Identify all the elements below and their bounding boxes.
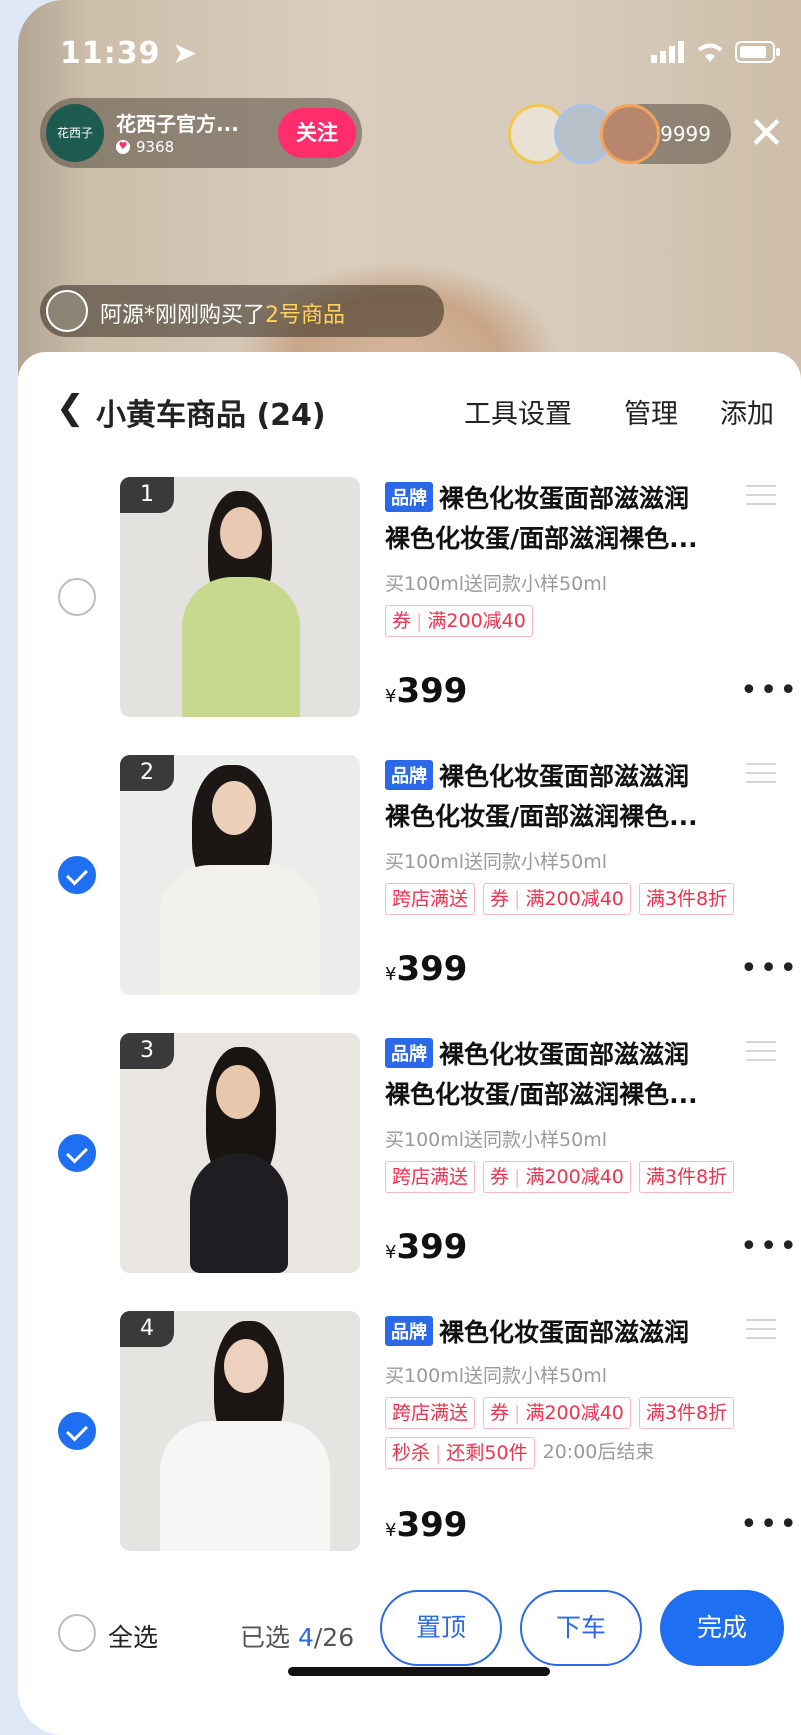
item-title: 品牌 裸色化妆蛋面部滋滋润 xyxy=(385,757,689,793)
back-icon[interactable]: ❮ xyxy=(56,388,85,428)
status-icons xyxy=(651,40,781,64)
more-icon[interactable]: ••• xyxy=(740,951,799,986)
item-title-line2: 裸色化妆蛋/面部滋润裸色... xyxy=(385,802,698,831)
purchase-text: 阿源*刚刚购买了2号商品 xyxy=(100,297,345,329)
product-item[interactable]: 2 品牌 裸色化妆蛋面部滋滋润 裸色化妆蛋/面部滋润裸色... 买100ml送同款… xyxy=(18,755,801,1035)
item-subtitle: 买100ml送同款小样50ml xyxy=(385,1129,608,1151)
heart-icon: ♥ xyxy=(116,140,130,154)
cross-store-tag: 跨店满送 xyxy=(385,1397,476,1429)
discount-tag: 满3件8折 xyxy=(638,1161,735,1193)
product-item[interactable]: 1 品牌 裸色化妆蛋面部滋滋润 裸色化妆蛋/面部滋润裸色... 买100ml送同款… xyxy=(18,477,801,757)
likes-count: 9368 xyxy=(136,138,175,156)
pin-top-button[interactable]: 置顶 xyxy=(380,1590,502,1666)
cross-store-tag: 跨店满送 xyxy=(385,883,476,915)
flash-sale-note: 20:00后结束 xyxy=(542,1441,655,1463)
item-title-line2: 裸色化妆蛋/面部滋润裸色... xyxy=(385,524,698,553)
discount-tag: 满3件8折 xyxy=(638,883,735,915)
item-title: 品牌 裸色化妆蛋面部滋滋润 xyxy=(385,1035,689,1071)
coupon-tag: 券 | 满200减40 xyxy=(385,605,533,637)
product-image[interactable]: 2 xyxy=(120,755,360,995)
item-title: 品牌 裸色化妆蛋面部滋滋润 xyxy=(385,479,689,515)
item-price: ¥399 xyxy=(385,1505,468,1545)
drag-handle-icon[interactable] xyxy=(746,1041,776,1068)
anchor-avatar[interactable]: 花西子 xyxy=(46,104,104,162)
home-indicator xyxy=(288,1667,550,1676)
item-price: ¥399 xyxy=(385,671,468,711)
item-price: ¥399 xyxy=(385,1227,468,1267)
battery-icon xyxy=(735,41,780,63)
item-title-line2: 裸色化妆蛋/面部滋润裸色... xyxy=(385,1080,698,1109)
sheet-footer: 全选 已选 4/26 置顶 下车 完成 xyxy=(18,1574,801,1694)
item-number: 3 xyxy=(120,1033,174,1069)
drag-handle-icon[interactable] xyxy=(746,1319,776,1346)
status-bar: 11:39 ➤ xyxy=(60,36,781,76)
wifi-icon xyxy=(697,43,723,62)
product-item[interactable]: 4 品牌 裸色化妆蛋面部滋滋润 买100ml送同款小样50ml 跨店满送 券 | 满2… xyxy=(18,1311,801,1591)
signal-icon xyxy=(651,41,684,63)
item-select-radio[interactable] xyxy=(58,1134,96,1172)
item-subtitle: 买100ml送同款小样50ml xyxy=(385,851,608,873)
purchase-highlight: 2号商品 xyxy=(265,303,346,328)
purchase-notice: 阿源*刚刚购买了2号商品 xyxy=(40,285,444,337)
sheet-title: 小黄车商品 (24) xyxy=(96,398,326,433)
follow-button[interactable]: 关注 xyxy=(278,108,356,158)
drag-handle-icon[interactable] xyxy=(746,485,776,512)
product-item[interactable]: 3 品牌 裸色化妆蛋面部滋滋润 裸色化妆蛋/面部滋润裸色... 买100ml送同款… xyxy=(18,1033,801,1313)
anchor-name: 花西子官方... xyxy=(116,112,239,136)
item-number: 4 xyxy=(120,1311,174,1347)
item-tags: 券 | 满200减40 xyxy=(385,605,533,637)
time-text: 11:39 xyxy=(60,36,161,71)
coupon-tag: 券 | 满200减40 xyxy=(483,1397,631,1429)
item-title: 品牌 裸色化妆蛋面部滋滋润 xyxy=(385,1313,689,1349)
remove-from-cart-button[interactable]: 下车 xyxy=(520,1590,642,1666)
buyer-avatar xyxy=(46,290,88,332)
product-image[interactable]: 1 xyxy=(120,477,360,717)
viewer-avatar[interactable] xyxy=(600,104,660,164)
add-button[interactable]: 添加 xyxy=(720,392,774,431)
flash-sale-row: 秒杀 | 还剩50件 20:00后结束 xyxy=(385,1437,654,1469)
item-select-radio[interactable] xyxy=(58,856,96,894)
item-select-radio[interactable] xyxy=(58,578,96,616)
product-image[interactable]: 4 xyxy=(120,1311,360,1551)
brand-badge: 品牌 xyxy=(385,760,433,790)
purchase-prefix: 阿源*刚刚购买了 xyxy=(100,303,266,328)
drag-handle-icon[interactable] xyxy=(746,763,776,790)
item-number: 2 xyxy=(120,755,174,791)
item-select-radio[interactable] xyxy=(58,1412,96,1450)
product-sheet: ❮ 小黄车商品 (24) 工具设置 管理 添加 1 品牌 裸色化妆蛋面部滋滋润 裸… xyxy=(18,352,801,1735)
more-icon[interactable]: ••• xyxy=(740,1229,799,1264)
brand-badge: 品牌 xyxy=(385,482,433,512)
more-icon[interactable]: ••• xyxy=(740,673,799,708)
anchor-likes: ♥ 9368 xyxy=(116,138,174,156)
status-time: 11:39 ➤ xyxy=(60,36,198,71)
coupon-tag: 券 | 满200减40 xyxy=(483,883,631,915)
close-icon[interactable]: ✕ xyxy=(748,112,785,156)
item-tags: 跨店满送 券 | 满200减40 满3件8折 xyxy=(385,1161,735,1193)
coupon-tag: 券 | 满200减40 xyxy=(483,1161,631,1193)
cross-store-tag: 跨店满送 xyxy=(385,1161,476,1193)
item-price: ¥399 xyxy=(385,949,468,989)
manage-button[interactable]: 管理 xyxy=(624,392,678,431)
phone-screen: 11:39 ➤ 花西子 花西子官方... ♥ 9368 关注 9999 ✕ 阿源… xyxy=(18,0,801,1735)
item-subtitle: 买100ml送同款小样50ml xyxy=(385,573,608,595)
select-all-radio[interactable] xyxy=(58,1614,96,1652)
viewers-group[interactable]: 9999 xyxy=(508,104,768,164)
item-tags: 跨店满送 券 | 满200减40 满3件8折 xyxy=(385,1397,735,1429)
more-icon[interactable]: ••• xyxy=(740,1507,799,1542)
discount-tag: 满3件8折 xyxy=(638,1397,735,1429)
selected-count: 已选 4/26 xyxy=(240,1623,355,1652)
done-button[interactable]: 完成 xyxy=(660,1590,784,1666)
item-subtitle: 买100ml送同款小样50ml xyxy=(385,1365,608,1387)
brand-badge: 品牌 xyxy=(385,1038,433,1068)
item-number: 1 xyxy=(120,477,174,513)
tool-settings-button[interactable]: 工具设置 xyxy=(464,392,572,431)
item-tags: 跨店满送 券 | 满200减40 满3件8折 xyxy=(385,883,735,915)
flash-sale-tag: 秒杀 | 还剩50件 xyxy=(385,1437,535,1469)
anchor-pill[interactable]: 花西子 花西子官方... ♥ 9368 关注 xyxy=(40,98,362,168)
location-icon: ➤ xyxy=(171,36,199,71)
product-image[interactable]: 3 xyxy=(120,1033,360,1273)
select-all-label[interactable]: 全选 xyxy=(108,1618,158,1654)
brand-badge: 品牌 xyxy=(385,1316,433,1346)
sheet-header: ❮ 小黄车商品 (24) 工具设置 管理 添加 xyxy=(18,352,801,464)
